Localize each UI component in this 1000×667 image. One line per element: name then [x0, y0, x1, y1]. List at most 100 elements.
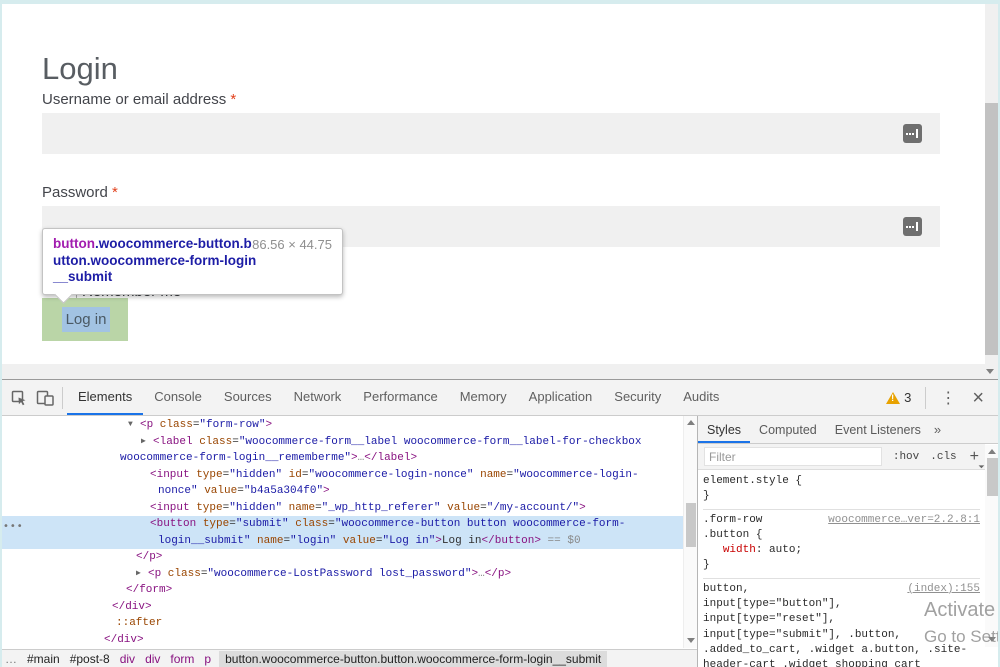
- toggle-class-button[interactable]: .cls: [930, 451, 956, 463]
- sidebar-tab-event-listeners[interactable]: Event Listeners: [826, 417, 930, 443]
- warning-icon: [886, 392, 900, 404]
- scroll-down-arrow-icon[interactable]: [988, 637, 996, 642]
- warning-count: 3: [904, 390, 911, 405]
- breadcrumb-item[interactable]: div: [145, 652, 160, 666]
- devtools-tab-elements[interactable]: Elements: [67, 380, 143, 415]
- stylesheet-source-link[interactable]: woocommerce…ver=2.2.8:1: [828, 513, 980, 528]
- breadcrumb-item[interactable]: …: [5, 652, 17, 666]
- window-edge: [0, 0, 2, 667]
- dom-node-line[interactable]: </form>: [0, 582, 683, 599]
- dom-node-line[interactable]: ::after: [0, 615, 683, 632]
- new-style-rule-button[interactable]: +: [970, 450, 979, 464]
- login-button-content-highlight: Log in: [62, 307, 110, 332]
- css-rule-line[interactable]: input[type="submit"], .button,: [703, 628, 980, 643]
- scrollbar-thumb[interactable]: [985, 103, 998, 355]
- devtools-tabs: ElementsConsoleSourcesNetworkPerformance…: [67, 380, 730, 415]
- css-rule: element.style {}: [703, 471, 980, 510]
- elements-scrollbar[interactable]: [683, 416, 697, 648]
- sidebar-tab-styles[interactable]: Styles: [698, 417, 750, 443]
- devtools-tab-performance[interactable]: Performance: [352, 380, 448, 415]
- breadcrumb-item[interactable]: div: [120, 652, 135, 666]
- dom-node-line[interactable]: </div>: [0, 599, 683, 616]
- more-tabs-icon[interactable]: »: [934, 422, 941, 437]
- devtools-tab-application[interactable]: Application: [518, 380, 604, 415]
- dom-node-line[interactable]: ▼<p class="form-row">: [0, 417, 683, 434]
- dom-node-line[interactable]: nonce" value="b4a5a304f0">: [0, 483, 683, 500]
- sidebar-tab-computed[interactable]: Computed: [750, 417, 826, 443]
- css-rule-line[interactable]: input[type="reset"],: [703, 612, 980, 627]
- breadcrumb-item[interactable]: p: [204, 652, 211, 666]
- elements-tree-panel: ▼<p class="form-row">▶<label class="wooc…: [0, 416, 683, 648]
- dom-node-line[interactable]: ▶<p class="woocommerce-LostPassword lost…: [0, 566, 683, 583]
- css-rule-line[interactable]: (index):155button,: [703, 582, 980, 597]
- breadcrumb-selected-node[interactable]: button.woocommerce-button.button.woocomm…: [219, 651, 607, 667]
- styles-rules-list: element.style {}woocommerce…ver=2.2.8:1.…: [698, 470, 985, 667]
- console-warnings-button[interactable]: 3: [886, 390, 911, 405]
- devtools-tab-security[interactable]: Security: [603, 380, 672, 415]
- ime-input-icon[interactable]: [903, 217, 922, 236]
- page-vertical-scrollbar[interactable]: [985, 4, 998, 364]
- window-edge: [0, 0, 1000, 4]
- css-rule: woocommerce…ver=2.2.8:1.form-row.button …: [703, 510, 980, 579]
- css-rule-line[interactable]: element.style {: [703, 474, 980, 489]
- scrollbar-thumb[interactable]: [987, 458, 998, 496]
- login-button[interactable]: Log in: [42, 298, 128, 341]
- styles-filter-bar: :hov .cls +: [698, 444, 985, 470]
- breadcrumb-item[interactable]: form: [170, 652, 194, 666]
- dom-node-line[interactable]: <input type="hidden" name="_wp_http_refe…: [0, 500, 683, 517]
- device-toolbar-icon[interactable]: [32, 385, 58, 411]
- selected-dom-node-line[interactable]: login__submit" name="login" value="Log i…: [0, 533, 683, 550]
- css-rule-line[interactable]: }: [703, 558, 980, 573]
- ime-input-icon[interactable]: [903, 124, 922, 143]
- breadcrumb-item[interactable]: #post-8: [70, 652, 110, 666]
- dom-node-line[interactable]: </div>: [0, 632, 683, 649]
- css-rule-line[interactable]: input[type="button"],: [703, 597, 980, 612]
- tooltip-selector-line: __submit: [53, 269, 332, 286]
- page-title: Login: [42, 51, 118, 87]
- css-rule-line[interactable]: }: [703, 489, 980, 504]
- selected-dom-node-line[interactable]: <button type="submit" class="woocommerce…: [0, 516, 683, 533]
- page-scrollbar-corner: [0, 364, 1000, 379]
- css-rule-line[interactable]: .added_to_cart, .widget a.button, .site-: [703, 643, 980, 658]
- css-rule-line[interactable]: woocommerce…ver=2.2.8:1.form-row: [703, 513, 980, 528]
- stylesheet-source-link[interactable]: (index):155: [907, 582, 980, 597]
- devtools-panel: ElementsConsoleSourcesNetworkPerformance…: [0, 379, 1000, 667]
- devtools-tab-memory[interactable]: Memory: [449, 380, 518, 415]
- css-rule-line[interactable]: header-cart .widget_shopping_cart: [703, 658, 980, 667]
- styles-sidebar: StylesComputedEvent Listeners » :hov .cls…: [698, 416, 1000, 667]
- scroll-up-arrow-icon[interactable]: [687, 420, 695, 425]
- css-rule-line[interactable]: .button {: [703, 528, 980, 543]
- devtools-tab-audits[interactable]: Audits: [672, 380, 730, 415]
- dom-node-line[interactable]: <input type="hidden" id="woocommerce-log…: [0, 467, 683, 484]
- elements-breadcrumb-bar: …#main#post-8divdivformpbutton.woocommer…: [0, 649, 697, 667]
- css-rule: (index):155button,input[type="button"],i…: [703, 579, 980, 667]
- scroll-down-arrow-icon[interactable]: [687, 638, 695, 643]
- kebab-menu-icon[interactable]: ⋮: [930, 388, 966, 407]
- scroll-down-arrow-icon[interactable]: [986, 369, 994, 374]
- styles-filter-input[interactable]: [704, 447, 882, 466]
- devtools-toolbar: ElementsConsoleSourcesNetworkPerformance…: [0, 380, 1000, 416]
- tooltip-selector-line: utton.woocommerce-form-login: [53, 253, 332, 270]
- inspect-tooltip: button.woocommerce-button.b utton.woocom…: [42, 228, 343, 295]
- css-rule-line[interactable]: width: auto;: [703, 543, 980, 558]
- dom-node-line[interactable]: woocommerce-form-login__rememberme">…</l…: [0, 450, 683, 467]
- required-asterisk: *: [112, 184, 118, 201]
- webpage-region: Login Username or email address * Passwo…: [0, 0, 1000, 379]
- toolbar-divider: [62, 387, 63, 409]
- dom-node-line[interactable]: ▶<label class="woocommerce-form__label w…: [0, 434, 683, 451]
- inspect-element-icon[interactable]: [6, 385, 32, 411]
- close-devtools-icon[interactable]: ×: [966, 388, 990, 408]
- dom-node-line[interactable]: </p>: [0, 549, 683, 566]
- breadcrumb-item[interactable]: #main: [27, 652, 60, 666]
- browser-window: Login Username or email address * Passwo…: [0, 0, 1000, 667]
- devtools-tab-network[interactable]: Network: [283, 380, 353, 415]
- devtools-tab-sources[interactable]: Sources: [213, 380, 283, 415]
- username-input[interactable]: [42, 113, 940, 154]
- devtools-tab-console[interactable]: Console: [143, 380, 213, 415]
- scroll-up-arrow-icon[interactable]: [988, 449, 996, 454]
- sidebar-tabs: StylesComputedEvent Listeners »: [698, 416, 1000, 444]
- scrollbar-thumb[interactable]: [686, 503, 696, 547]
- line-options-icon[interactable]: •••: [3, 521, 24, 532]
- toggle-hover-state-button[interactable]: :hov: [893, 451, 919, 463]
- toolbar-divider: [925, 387, 926, 409]
